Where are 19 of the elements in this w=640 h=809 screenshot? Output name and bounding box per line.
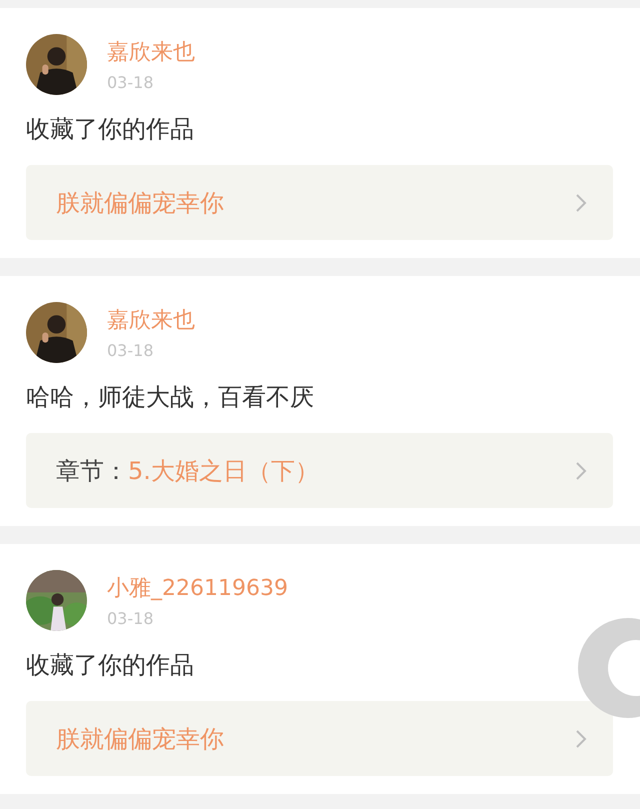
link-card[interactable]: 朕就偏偏宠幸你 xyxy=(26,701,613,776)
chevron-icon xyxy=(575,460,587,480)
work-title: 朕就偏偏宠幸你 xyxy=(56,188,224,218)
chevron-icon xyxy=(575,728,587,748)
link-card[interactable]: 朕就偏偏宠幸你 xyxy=(26,165,613,240)
timestamp: 03-18 xyxy=(107,609,154,628)
user-name[interactable]: 小雅_226119639 xyxy=(107,573,288,603)
timestamp: 03-18 xyxy=(107,341,154,360)
message-text: 哈哈，师徒大战，百看不厌 xyxy=(26,382,315,413)
message-text: 收藏了你的作品 xyxy=(26,650,195,681)
user-name[interactable]: 嘉欣来也 xyxy=(107,37,195,67)
chevron-icon xyxy=(575,192,587,212)
timestamp: 03-18 xyxy=(107,73,154,92)
work-title: 朕就偏偏宠幸你 xyxy=(56,724,224,754)
user-name[interactable]: 嘉欣来也 xyxy=(107,305,195,335)
link-card[interactable]: 章节：5.大婚之日（下） xyxy=(26,433,613,508)
chapter-label: 章节： xyxy=(56,456,128,486)
chapter-title: 5.大婚之日（下） xyxy=(128,456,319,486)
message-text: 收藏了你的作品 xyxy=(26,114,195,145)
